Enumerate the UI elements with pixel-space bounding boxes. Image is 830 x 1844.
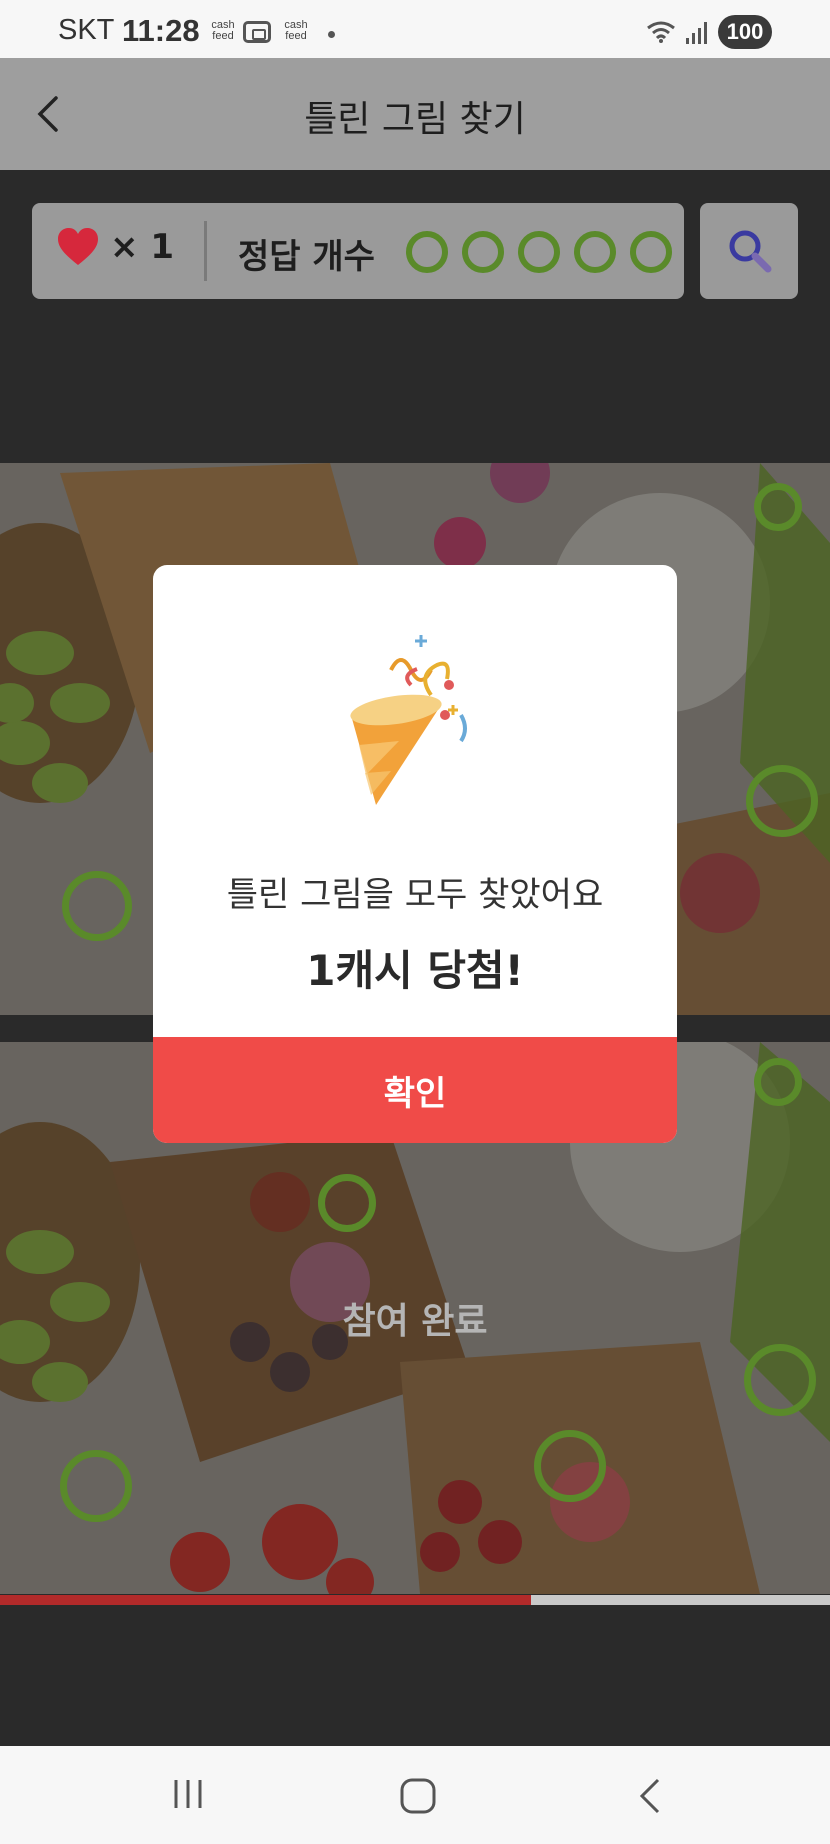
- found-marker-icon: [518, 231, 560, 273]
- dialog-message: 틀린 그림을 모두 찾았어요: [226, 875, 604, 915]
- found-difference-marker: [754, 483, 802, 531]
- wifi-icon: [647, 21, 675, 43]
- found-marker-icon: [630, 231, 672, 273]
- time-progress-bar: [0, 1595, 830, 1605]
- notification-dot-icon: [328, 31, 335, 38]
- recent-apps-button[interactable]: [170, 1776, 206, 1812]
- clock: 11:28: [122, 13, 200, 48]
- score-panel: × 1 정답 개수: [32, 203, 684, 299]
- found-difference-marker: [534, 1430, 606, 1502]
- screenshot-icon: [243, 21, 271, 43]
- divider: [204, 221, 207, 281]
- confirm-button[interactable]: 확인: [153, 1037, 677, 1143]
- heart-icon: [58, 228, 98, 265]
- answer-count-label: 정답 개수: [238, 237, 375, 277]
- system-nav-bar: [0, 1746, 830, 1844]
- battery-icon: 100: [718, 15, 772, 49]
- found-marker-icon: [406, 231, 448, 273]
- party-popper-icon: [350, 635, 467, 805]
- magnifier-icon: [729, 230, 772, 273]
- app-header: 틀린 그림 찾기: [0, 58, 830, 170]
- completion-label: 참여 완료: [342, 1301, 488, 1342]
- found-difference-marker: [318, 1174, 376, 1232]
- progress-fill: [0, 1595, 532, 1605]
- status-bar: SKT 11:28 cash feed cash feed 100: [0, 0, 830, 58]
- signal-icon: [686, 22, 707, 44]
- page-title: 틀린 그림 찾기: [304, 99, 526, 140]
- success-dialog: 틀린 그림을 모두 찾았어요 1캐시 당첨! 확인: [153, 565, 677, 1143]
- system-back-button[interactable]: [636, 1776, 666, 1816]
- lives-count: × 1: [110, 227, 174, 267]
- cashfeed-icon: cash feed: [284, 19, 308, 42]
- found-difference-marker: [746, 765, 818, 837]
- found-marker-icon: [574, 231, 616, 273]
- cashfeed-icon: cash feed: [211, 19, 235, 42]
- dialog-prize: 1캐시 당첨!: [306, 946, 524, 995]
- found-difference-marker: [754, 1058, 802, 1106]
- carrier-label: SKT: [58, 14, 115, 46]
- hint-search-button[interactable]: [700, 203, 798, 299]
- found-marker-icon: [462, 231, 504, 273]
- home-button[interactable]: [398, 1776, 438, 1816]
- found-difference-marker: [744, 1344, 816, 1416]
- found-difference-marker: [62, 871, 132, 941]
- answer-progress: [406, 231, 672, 273]
- found-difference-marker: [60, 1450, 132, 1522]
